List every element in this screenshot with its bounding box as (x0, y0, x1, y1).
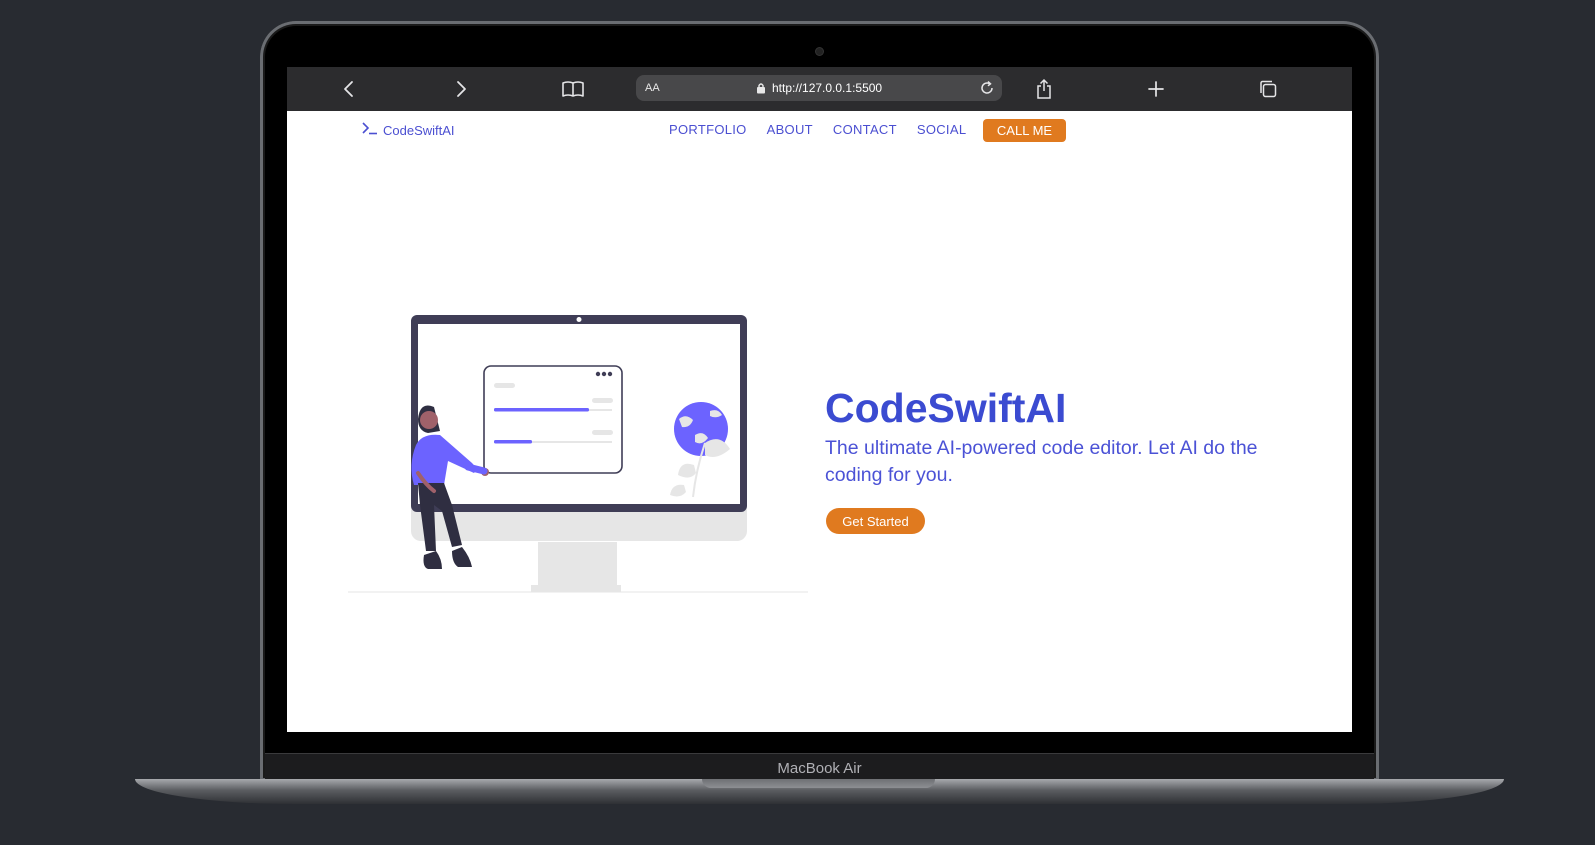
browser-screen: AA http://127.0.0.1:5500 CodeSwiftAI POR… (287, 67, 1352, 732)
plus-icon[interactable] (1134, 67, 1178, 111)
nav-portfolio[interactable]: PORTFOLIO (669, 122, 747, 137)
url-text: http://127.0.0.1:5500 (772, 81, 883, 95)
laptop-notch (702, 779, 935, 788)
get-started-button[interactable]: Get Started (826, 508, 925, 534)
text-size-button[interactable]: AA (645, 82, 660, 94)
browser-toolbar: AA http://127.0.0.1:5500 (287, 67, 1352, 111)
laptop-base (135, 779, 1504, 804)
call-me-button[interactable]: CALL ME (983, 119, 1066, 142)
nav-contact[interactable]: CONTACT (833, 122, 897, 137)
hero-title: CodeSwiftAI (825, 385, 1067, 431)
site-navbar: CodeSwiftAI PORTFOLIO ABOUT CONTACT SOCI… (287, 111, 1352, 151)
share-icon[interactable] (1022, 67, 1066, 111)
book-icon[interactable] (551, 67, 595, 111)
nav-about[interactable]: ABOUT (767, 122, 813, 137)
tabs-icon[interactable] (1246, 67, 1290, 111)
device-label: MacBook Air (777, 760, 862, 777)
reload-icon[interactable] (978, 79, 996, 100)
site-logo[interactable]: CodeSwiftAI (361, 121, 455, 139)
hero-subtitle: The ultimate AI-powered code editor. Let… (825, 437, 1258, 486)
terminal-icon (361, 121, 379, 139)
forward-icon[interactable] (439, 67, 483, 111)
lock-icon (757, 83, 765, 94)
camera-dot (816, 48, 823, 55)
nav-social[interactable]: SOCIAL (917, 122, 966, 137)
logo-text: CodeSwiftAI (383, 122, 455, 138)
back-icon[interactable] (327, 67, 371, 111)
address-bar[interactable]: AA http://127.0.0.1:5500 (636, 75, 1002, 101)
hero-illustration (348, 315, 808, 608)
